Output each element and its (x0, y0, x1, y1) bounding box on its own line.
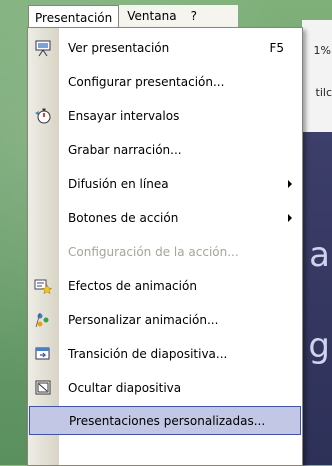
menu-presentation-label: Presentación (35, 10, 113, 25)
submenu-arrow-icon (288, 214, 292, 222)
menu-item-configurar-presentacion[interactable]: Configurar presentación... (28, 67, 302, 97)
hide-slide-icon (33, 378, 53, 398)
menu-item-label: Transición de diapositiva... (68, 347, 228, 361)
menu-item-ocultar-diapositiva[interactable]: Ocultar diapositiva (28, 373, 302, 403)
menu-item-ver-presentacion[interactable]: Ver presentación F5 (28, 33, 302, 63)
slide-dark-area (302, 132, 332, 465)
menu-item-label: Grabar narración... (68, 143, 182, 157)
menu-item-ensayar-intervalos[interactable]: Ensayar intervalos (28, 101, 302, 131)
menu-window-label: Ventana (127, 9, 177, 23)
slide-text-fragment: tilc (315, 86, 332, 99)
menu-item-label: Difusión en línea (68, 177, 169, 191)
menu-item-configuracion-de-la-accion: Configuración de la acción... (28, 237, 302, 267)
slide-white-area (302, 20, 332, 132)
menu-item-label: Configurar presentación... (68, 75, 225, 89)
animation-star-icon (33, 276, 53, 296)
menu-item-label: Ocultar diapositiva (68, 381, 182, 395)
projector-screen-icon (33, 38, 53, 58)
menu-item-label: Configuración de la acción... (68, 245, 239, 259)
menu-item-label: Efectos de animación (68, 279, 197, 293)
menu-item-grabar-narracion[interactable]: Grabar narración... (28, 135, 302, 165)
submenu-arrow-icon (288, 180, 292, 188)
menu-help[interactable]: ? (185, 5, 203, 27)
menu-item-label: Ensayar intervalos (68, 109, 180, 123)
menu-bar: Presentación Ventana ? (28, 4, 238, 30)
slide-letter-a: a (309, 235, 330, 275)
menu-window[interactable]: Ventana (121, 5, 182, 27)
custom-animation-icon (33, 310, 53, 330)
stopwatch-icon (33, 106, 53, 126)
menu-presentation[interactable]: Presentación (28, 4, 120, 30)
menu-item-difusion-en-linea[interactable]: Difusión en línea (28, 169, 302, 199)
menu-item-transicion-de-diapositiva[interactable]: Transición de diapositiva... (28, 339, 302, 369)
zoom-percent-fragment: 1% (313, 44, 331, 57)
menu-item-label: Ver presentación (68, 41, 170, 55)
presentation-dropdown-menu: Ver presentación F5 Configurar presentac… (27, 27, 303, 466)
menu-item-label: Presentaciones personalizadas... (69, 413, 266, 428)
menu-item-shortcut: F5 (269, 41, 284, 55)
menu-item-presentaciones-personalizadas[interactable]: Presentaciones personalizadas... (29, 406, 301, 435)
menu-item-label: Personalizar animación... (68, 313, 219, 327)
menu-item-botones-de-accion[interactable]: Botones de acción (28, 203, 302, 233)
menu-item-personalizar-animacion[interactable]: Personalizar animación... (28, 305, 302, 335)
menu-help-label: ? (190, 9, 197, 23)
slide-transition-icon (33, 344, 53, 364)
menu-item-efectos-de-animacion[interactable]: Efectos de animación (28, 271, 302, 301)
slide-letter-g: g (308, 326, 330, 366)
menu-item-label: Botones de acción (68, 211, 179, 225)
